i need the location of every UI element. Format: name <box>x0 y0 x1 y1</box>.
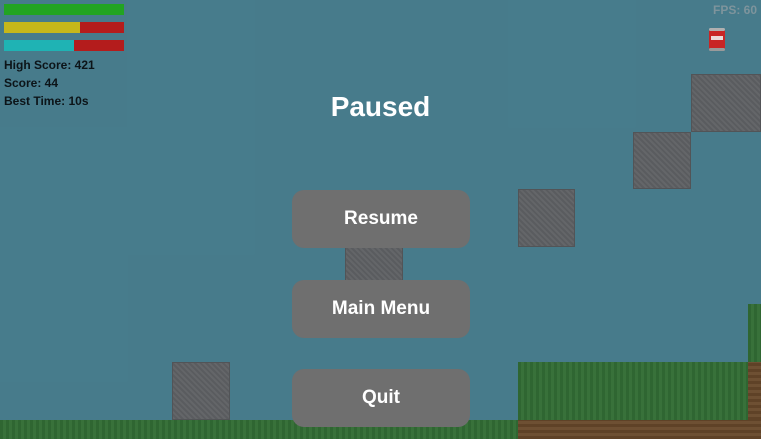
main-menu-button[interactable]: Main Menu <box>292 280 470 338</box>
soda-can-icon <box>709 28 725 51</box>
health-bar-fill <box>4 4 124 15</box>
health-bar <box>4 4 124 15</box>
stamina-bar <box>4 22 124 33</box>
energy-bar-fill <box>4 40 74 51</box>
energy-bar <box>4 40 124 51</box>
pause-title: Paused <box>330 91 431 122</box>
game-scene: High Score: 421 Score: 44 Best Time: 10s… <box>0 0 761 439</box>
score-text: Score: 44 <box>4 76 59 90</box>
fps-counter: FPS: 60 <box>712 3 757 17</box>
stamina-bar-fill <box>4 22 80 33</box>
high-score-text: High Score: 421 <box>4 58 95 72</box>
resume-button[interactable]: Resume <box>292 190 470 248</box>
quit-button[interactable]: Quit <box>292 369 470 427</box>
